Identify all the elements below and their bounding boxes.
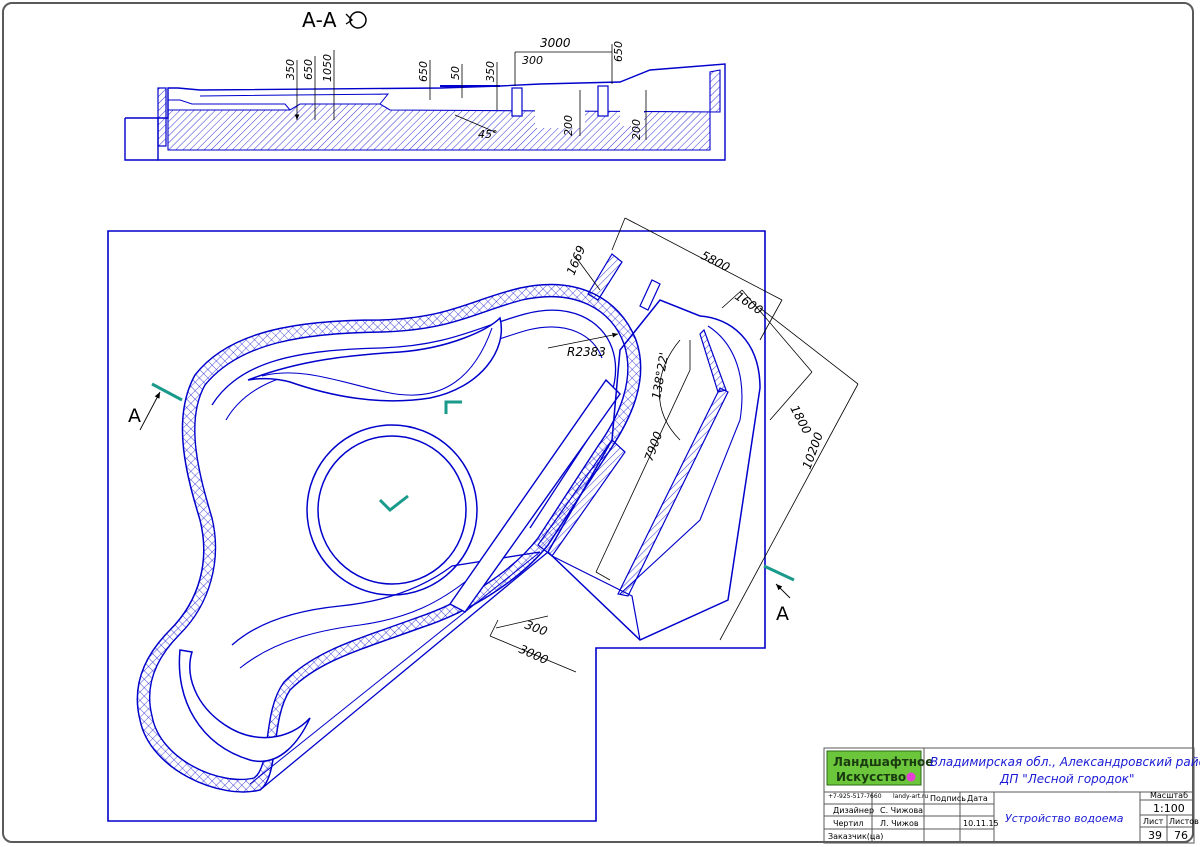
plan-view: 1669 5800 1600 R2383 138°22' 1800 7900 1…	[107, 217, 859, 822]
logo-line2: Искусство	[836, 770, 906, 784]
phone: +7-925-517-7660	[828, 793, 882, 800]
sheets-value: 76	[1174, 829, 1188, 842]
section-dim-650c: 650	[612, 41, 625, 62]
drawing-sheet: А-А 350 650 1050 650 50 350 300 3000 650…	[0, 0, 1200, 847]
row2-role: Чертил	[833, 819, 863, 828]
drawing-title: Устройство водоема	[1005, 812, 1124, 825]
section-dim-200: 200	[562, 115, 575, 136]
plan-dim-r2383: R2383	[567, 345, 606, 359]
row1-name: С. Чижова	[880, 806, 923, 815]
section-dim-350: 350	[284, 59, 297, 80]
plan-dim-1669: 1669	[564, 244, 588, 278]
plan-dim-7900: 7900	[642, 429, 666, 463]
row3-role: Заказчик(ца)	[828, 832, 883, 841]
logo-dot-icon	[906, 772, 916, 782]
section-view: А-А 350 650 1050 650 50 350 300 3000 650…	[124, 8, 726, 161]
row1-role: Дизайнер	[833, 806, 874, 815]
section-dim-200b: 200	[630, 119, 643, 140]
scale-value: 1:100	[1153, 802, 1185, 815]
section-dim-650: 650	[302, 59, 315, 80]
col-date: Дата	[967, 794, 988, 803]
scale-label: Масштаб	[1150, 791, 1188, 800]
section-dim-650b: 650	[417, 61, 430, 82]
plan-dim-3000: 3000	[517, 642, 551, 667]
cut-label-right: А	[776, 603, 789, 625]
address-line2: ДП "Лесной городок"	[999, 772, 1135, 786]
site: landy-art.ru	[893, 793, 928, 800]
address-line1: Владимирская обл., Александровский район…	[930, 755, 1200, 769]
cut-marker-right	[763, 564, 795, 582]
plan-dim-300: 300	[523, 618, 550, 639]
sheet-value: 39	[1148, 829, 1162, 842]
sheets-label: Листов	[1169, 817, 1199, 826]
row2-date: 10.11.15	[963, 819, 999, 828]
section-dim-45deg: 45°	[478, 128, 498, 141]
sheet-label: Лист	[1143, 817, 1164, 826]
col-sign: Подпись	[930, 794, 966, 803]
section-dim-1050: 1050	[321, 54, 334, 82]
section-title: А-А	[302, 8, 337, 32]
plan-dim-1600: 1600	[732, 289, 765, 318]
cut-marker-left	[151, 382, 183, 402]
section-dim-350b: 350	[484, 61, 497, 82]
plan-dim-angle: 138°22'	[649, 351, 671, 400]
section-dim-50: 50	[449, 66, 462, 80]
drawing-canvas: А-А 350 650 1050 650 50 350 300 3000 650…	[107, 8, 1200, 844]
plan-dim-5800: 5800	[699, 248, 733, 275]
section-dim-300: 300	[522, 54, 543, 67]
logo-line1: Ландшафтное	[833, 755, 933, 769]
section-dim-3000: 3000	[540, 36, 571, 50]
cut-label-left: А	[128, 405, 141, 427]
plan-dim-1800: 1800	[787, 403, 814, 437]
row2-name: Л. Чижов	[880, 819, 919, 828]
